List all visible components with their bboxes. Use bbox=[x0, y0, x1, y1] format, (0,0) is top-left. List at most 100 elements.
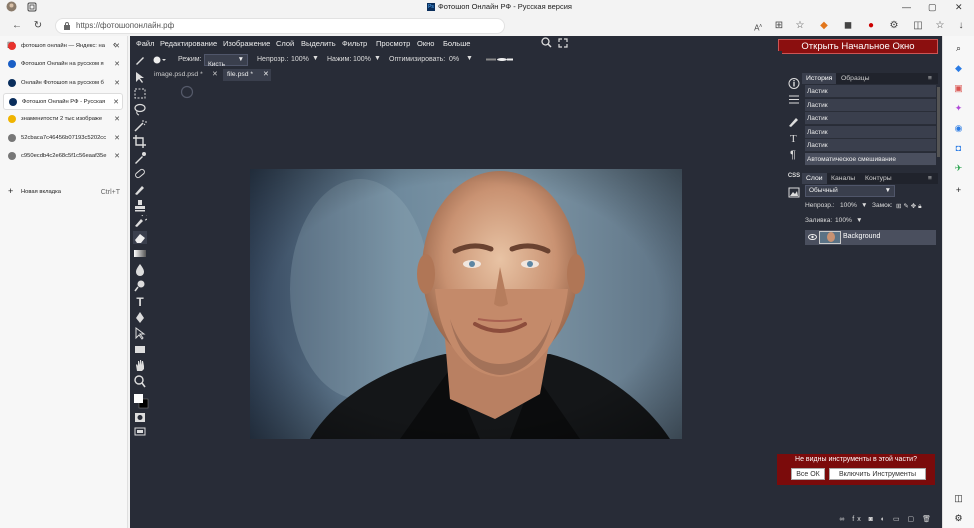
new-tab-button[interactable]: + Новая вкладка Ctrl+T bbox=[3, 184, 123, 201]
lock-icons[interactable]: ⊞ ✎ ✥ 🔒︎ bbox=[896, 202, 922, 211]
browser-tab[interactable]: 52cbaca7c46456b07193c5202cc ✕ bbox=[3, 130, 123, 147]
blend-mode-select[interactable]: Обычный ▼ bbox=[805, 185, 895, 197]
all-ok-button[interactable]: Все ОК bbox=[791, 468, 825, 480]
mode-select[interactable]: Кисть ▼ bbox=[204, 54, 248, 68]
magic-wand-tool-icon[interactable] bbox=[133, 119, 147, 132]
pressure-slider-icon[interactable]: ▼ bbox=[374, 55, 381, 62]
menu-more[interactable]: Больше bbox=[443, 39, 470, 48]
close-tab-icon[interactable]: ✕ bbox=[114, 130, 120, 147]
close-tab-icon[interactable]: ✕ bbox=[114, 148, 120, 165]
favorite-star-icon[interactable]: ☆ bbox=[794, 20, 806, 32]
doc-tab-image[interactable]: image.psd.psd * ✕ bbox=[150, 69, 220, 81]
favorites-icon[interactable]: ☆ bbox=[934, 20, 946, 32]
opacity-dropdown-icon[interactable]: ▼ bbox=[861, 202, 868, 209]
browser-tab[interactable]: c950ecdb4c2e68c5f1c56eaaf35e ✕ bbox=[3, 148, 123, 165]
add-icon[interactable]: + bbox=[952, 184, 965, 196]
close-window-icon[interactable]: ✕ bbox=[955, 2, 963, 13]
site-info-icon[interactable] bbox=[63, 22, 71, 30]
downloads-icon[interactable]: ↓ bbox=[955, 20, 967, 32]
brush-settings-icon[interactable] bbox=[787, 115, 801, 128]
browser-tab[interactable]: Фотошоп Онлайн РФ - Русская ✕ bbox=[3, 92, 123, 110]
close-tab-icon[interactable]: ✕ bbox=[114, 75, 120, 92]
close-icon[interactable]: ✕ bbox=[212, 69, 218, 81]
history-item[interactable]: Ластик bbox=[805, 98, 936, 112]
eyedropper-tool-icon[interactable] bbox=[133, 151, 147, 164]
pressure-value[interactable]: 100% bbox=[353, 56, 371, 63]
address-bar[interactable]: https://фотошопонлайн.рф bbox=[55, 18, 505, 34]
panel-menu-icon[interactable]: ≡ bbox=[928, 173, 932, 184]
dodge-tool-icon[interactable] bbox=[133, 279, 147, 292]
read-aloud-icon[interactable]: Aʌ bbox=[752, 20, 764, 33]
search-icon[interactable]: ⌕ bbox=[952, 42, 965, 54]
split-screen-icon[interactable]: ◫ bbox=[912, 20, 924, 32]
visibility-eye-icon[interactable] bbox=[808, 233, 817, 241]
panel-menu-icon[interactable]: ≡ bbox=[928, 73, 932, 84]
doc-tab-file[interactable]: file.psd * ✕ bbox=[223, 69, 271, 81]
path-select-tool-icon[interactable] bbox=[133, 327, 147, 340]
refresh-icon[interactable]: ↻ bbox=[32, 20, 44, 32]
extension-red-icon[interactable]: ● bbox=[865, 20, 877, 32]
info-icon[interactable] bbox=[787, 77, 801, 90]
minimize-icon[interactable]: — bbox=[902, 2, 911, 12]
browser-tab[interactable]: знаменитости 2 тыс изображе ✕ bbox=[3, 111, 123, 128]
gradient-tool-icon[interactable] bbox=[133, 247, 147, 260]
close-tab-icon[interactable]: ✕ bbox=[114, 111, 120, 128]
close-tab-icon[interactable]: ✕ bbox=[114, 38, 120, 55]
layer-row[interactable]: Background bbox=[805, 230, 936, 245]
opacity-slider-icon[interactable]: ▼ bbox=[312, 55, 319, 62]
tab-history[interactable]: История bbox=[802, 73, 837, 84]
image-panel-icon[interactable] bbox=[787, 186, 801, 199]
metamask-extension-icon[interactable]: ◆ bbox=[818, 20, 830, 32]
menu-select[interactable]: Выделить bbox=[301, 39, 336, 48]
menu-edit[interactable]: Редактирование bbox=[160, 39, 217, 48]
history-scrollbar[interactable] bbox=[937, 87, 940, 157]
eraser-tool-icon[interactable] bbox=[133, 231, 147, 244]
menu-view[interactable]: Просмотр bbox=[376, 39, 410, 48]
layer-actions-bar[interactable]: ∞ fx ◙ ◐ ▭ ▢ 🗑︎ bbox=[802, 515, 938, 528]
zoom-tool-icon[interactable] bbox=[133, 375, 147, 388]
layer-opacity-value[interactable]: 100% bbox=[840, 202, 857, 209]
games-icon[interactable]: ◉ bbox=[952, 122, 965, 134]
history-item[interactable]: Автоматическое смешивание bbox=[805, 153, 936, 166]
drop-icon[interactable]: ✈ bbox=[952, 162, 965, 174]
browser-tab[interactable]: фотошоп онлайн — Яндекс: на ✕ bbox=[3, 38, 123, 55]
fullscreen-icon[interactable] bbox=[558, 38, 568, 48]
menu-window[interactable]: Окно bbox=[417, 39, 434, 48]
open-start-window-button[interactable]: Открыть Начальное Окно bbox=[778, 39, 938, 54]
pen-tool-icon[interactable] bbox=[133, 311, 147, 324]
sidebar-toggle-icon[interactable]: ◫ bbox=[952, 492, 965, 504]
opacity-value[interactable]: 100% bbox=[291, 56, 309, 63]
history-item[interactable]: Ластик bbox=[805, 125, 936, 139]
tab-layers[interactable]: Слои bbox=[802, 173, 827, 184]
blur-tool-icon[interactable] bbox=[133, 263, 147, 276]
settings-gear-icon[interactable]: ⚙ bbox=[952, 512, 965, 524]
back-icon[interactable]: ← bbox=[11, 20, 23, 32]
copilot-icon[interactable]: ◆ bbox=[952, 62, 965, 74]
brush-tool-icon[interactable] bbox=[133, 183, 147, 196]
close-tab-icon[interactable]: ✕ bbox=[113, 94, 119, 109]
outlook-icon[interactable]: ◘ bbox=[952, 142, 965, 154]
smoothing-icon[interactable] bbox=[486, 57, 514, 62]
properties-icon[interactable] bbox=[787, 93, 801, 106]
menu-image[interactable]: Изображение bbox=[223, 39, 270, 48]
hand-tool-icon[interactable] bbox=[133, 359, 147, 372]
menu-filter[interactable]: Фильтр bbox=[342, 39, 367, 48]
marquee-tool-icon[interactable] bbox=[133, 87, 147, 100]
fill-value[interactable]: 100% bbox=[835, 217, 852, 224]
stamp-tool-icon[interactable] bbox=[133, 199, 147, 212]
translate-icon[interactable]: ⊞ bbox=[773, 20, 785, 32]
extensions-icon[interactable]: ⚙ bbox=[888, 20, 900, 32]
shopping-icon[interactable]: ▣ bbox=[952, 82, 965, 94]
healing-tool-icon[interactable] bbox=[133, 167, 147, 180]
tab-swatches[interactable]: Образцы bbox=[841, 73, 870, 84]
shape-tool-icon[interactable] bbox=[133, 343, 147, 356]
optimize-slider-icon[interactable]: ▼ bbox=[466, 55, 473, 62]
color-swatches-icon[interactable] bbox=[133, 393, 149, 409]
maximize-icon[interactable]: ▢ bbox=[928, 2, 937, 13]
optimize-value[interactable]: 0% bbox=[449, 56, 459, 63]
brush-preset-icon[interactable] bbox=[152, 54, 166, 66]
browser-tab[interactable]: Фотошоп Онлайн на русском я ✕ bbox=[3, 56, 123, 73]
quick-mask-icon[interactable] bbox=[133, 411, 147, 424]
paragraph-icon[interactable]: ¶ bbox=[787, 147, 801, 160]
fill-dropdown-icon[interactable]: ▼ bbox=[856, 217, 863, 224]
